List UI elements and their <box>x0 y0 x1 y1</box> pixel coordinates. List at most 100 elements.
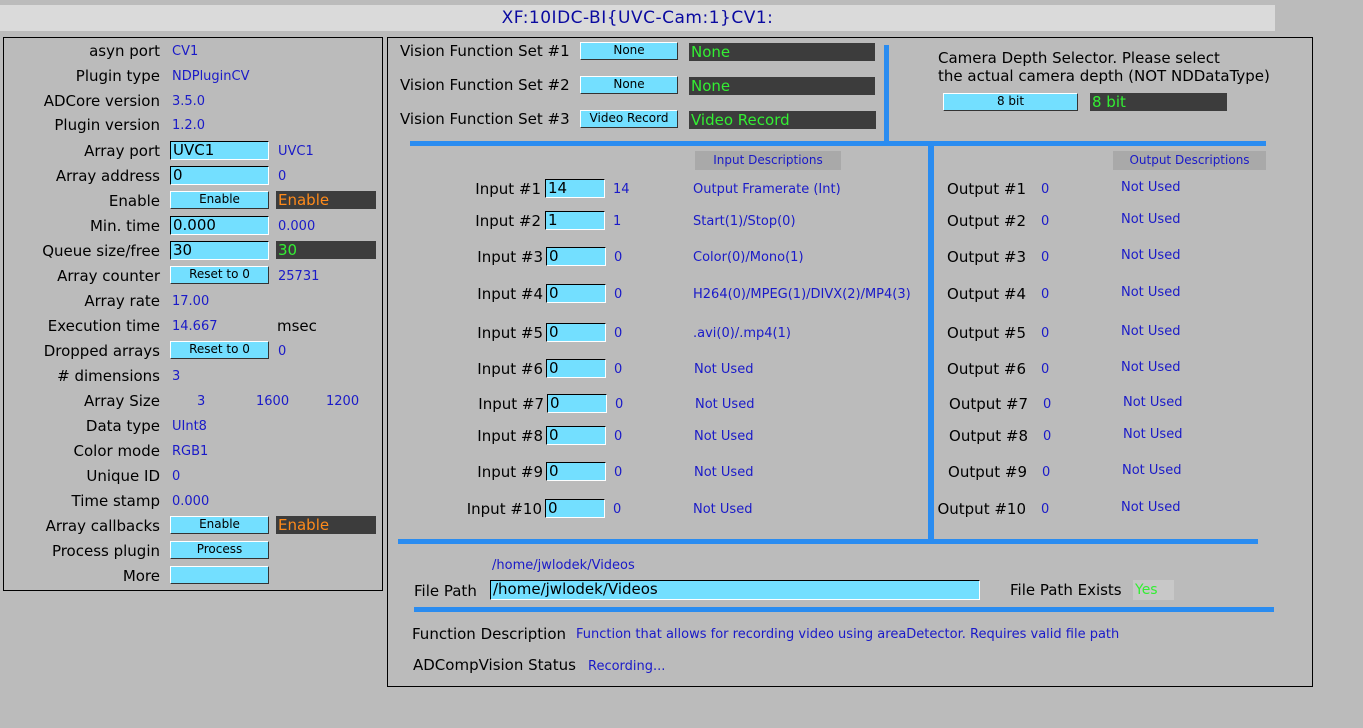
input-3-field[interactable]: 0 <box>546 247 606 266</box>
enable-status: Enable <box>276 191 376 209</box>
output-2-value: 0 <box>1041 214 1050 229</box>
array-address-input[interactable]: 0 <box>170 166 269 185</box>
function-set-3-menu[interactable]: Video Record <box>580 110 678 128</box>
input-8-field[interactable]: 0 <box>546 426 606 445</box>
data-type-label: Data type <box>85 417 160 435</box>
function-set-1-menu[interactable]: None <box>580 42 678 60</box>
input-2-label: Input #2 <box>475 212 541 230</box>
output-6-value: 0 <box>1041 362 1050 377</box>
input-2-description: Start(1)/Stop(0) <box>693 214 796 229</box>
input-6-description: Not Used <box>694 362 754 377</box>
output-4-label: Output #4 <box>947 285 1026 303</box>
execution-time-unit: msec <box>277 317 317 335</box>
color-mode-label: Color mode <box>73 442 160 460</box>
array-callbacks-status: Enable <box>276 516 376 534</box>
output-2-description: Not Used <box>1121 212 1181 227</box>
file-path-exists-status: Yes <box>1133 580 1174 600</box>
unique-id-label: Unique ID <box>86 467 160 485</box>
window-title: XF:10IDC-BI{UVC-Cam:1}CV1: <box>0 5 1275 31</box>
function-set-2-menu[interactable]: None <box>580 76 678 94</box>
file-path-readback: /home/jwlodek/Videos <box>492 558 635 573</box>
function-set-2-status: None <box>689 77 875 95</box>
input-10-readback: 0 <box>613 502 622 517</box>
plugin-type-label: Plugin type <box>75 67 160 85</box>
input-10-description: Not Used <box>693 502 753 517</box>
process-button[interactable]: Process <box>170 541 269 559</box>
input-7-field[interactable]: 0 <box>547 394 607 413</box>
output-9-description: Not Used <box>1122 463 1182 478</box>
input-5-field[interactable]: 0 <box>546 323 606 342</box>
array-port-input[interactable]: UVC1 <box>170 141 269 160</box>
input-9-description: Not Used <box>694 465 754 480</box>
unique-id-value: 0 <box>172 469 181 484</box>
input-10-field[interactable]: 0 <box>545 499 605 518</box>
enable-label: Enable <box>108 192 160 210</box>
color-mode-value: RGB1 <box>172 444 209 459</box>
more-label: More <box>122 567 160 585</box>
process-plugin-label: Process plugin <box>51 542 160 560</box>
asyn-port-value: CV1 <box>172 44 199 59</box>
input-7-description: Not Used <box>695 397 755 412</box>
more-menu-button[interactable] <box>170 566 269 584</box>
file-path-exists-label: File Path Exists <box>1010 581 1122 599</box>
output-1-description: Not Used <box>1121 180 1181 195</box>
input-4-description: H264(0)/MPEG(1)/DIVX(2)/MP4(3) <box>693 287 911 302</box>
output-1-value: 0 <box>1041 182 1050 197</box>
output-descriptions-header: Output Descriptions <box>1113 151 1266 170</box>
input-8-description: Not Used <box>694 429 754 444</box>
input-3-description: Color(0)/Mono(1) <box>693 250 804 265</box>
function-description-value: Function that allows for recording video… <box>576 627 1120 642</box>
input-6-readback: 0 <box>614 362 623 377</box>
dropped-arrays-reset-button[interactable]: Reset to 0 <box>170 341 269 359</box>
output-5-value: 0 <box>1041 326 1050 341</box>
divider-horizontal-mid <box>398 539 1258 544</box>
input-1-field[interactable]: 14 <box>545 179 605 198</box>
output-9-label: Output #9 <box>948 463 1027 481</box>
output-5-label: Output #5 <box>947 324 1026 342</box>
input-6-field[interactable]: 0 <box>546 359 606 378</box>
min-time-readback: 0.000 <box>278 219 316 234</box>
array-counter-reset-button[interactable]: Reset to 0 <box>170 266 269 284</box>
enable-button[interactable]: Enable <box>170 191 269 209</box>
input-4-readback: 0 <box>614 287 623 302</box>
input-4-label: Input #4 <box>477 285 543 303</box>
camera-depth-menu[interactable]: 8 bit <box>943 93 1078 111</box>
input-9-readback: 0 <box>614 465 623 480</box>
output-6-description: Not Used <box>1121 360 1181 375</box>
input-1-readback: 14 <box>613 182 630 197</box>
file-path-input[interactable]: /home/jwlodek/Videos <box>490 580 980 600</box>
min-time-input[interactable]: 0.000 <box>170 216 269 235</box>
queue-size-input[interactable]: 30 <box>170 241 269 260</box>
array-rate-value: 17.00 <box>172 294 210 309</box>
output-8-value: 0 <box>1043 429 1052 444</box>
output-8-description: Not Used <box>1123 427 1183 442</box>
adcore-version-label: ADCore version <box>43 92 160 110</box>
output-7-description: Not Used <box>1123 395 1183 410</box>
input-2-field[interactable]: 1 <box>545 211 605 230</box>
output-1-label: Output #1 <box>947 180 1026 198</box>
data-type-value: UInt8 <box>172 419 207 434</box>
array-size-label: Array Size <box>84 392 160 410</box>
array-counter-readback: 25731 <box>278 269 320 284</box>
input-9-field[interactable]: 0 <box>546 462 606 481</box>
asyn-port-label: asyn port <box>89 42 160 60</box>
input-4-field[interactable]: 0 <box>546 284 606 303</box>
queue-free-status: 30 <box>276 241 376 259</box>
plugin-version-value: 1.2.0 <box>172 118 206 133</box>
dropped-arrays-label: Dropped arrays <box>43 342 160 360</box>
array-size-z: 1200 <box>326 394 360 409</box>
input-7-label: Input #7 <box>478 395 544 413</box>
input-1-description: Output Framerate (Int) <box>693 182 841 197</box>
dimensions-value: 3 <box>172 369 181 384</box>
output-5-description: Not Used <box>1121 324 1181 339</box>
array-address-readback: 0 <box>278 169 287 184</box>
function-set-3-label: Vision Function Set #3 <box>400 110 570 128</box>
input-descriptions-header: Input Descriptions <box>695 151 841 170</box>
input-5-description: .avi(0)/.mp4(1) <box>693 326 791 341</box>
array-rate-label: Array rate <box>84 292 160 310</box>
plugin-version-label: Plugin version <box>54 116 160 134</box>
compvision-status-label: ADCompVision Status <box>413 656 576 674</box>
array-callbacks-button[interactable]: Enable <box>170 516 269 534</box>
input-8-readback: 0 <box>614 429 623 444</box>
input-5-readback: 0 <box>614 326 623 341</box>
